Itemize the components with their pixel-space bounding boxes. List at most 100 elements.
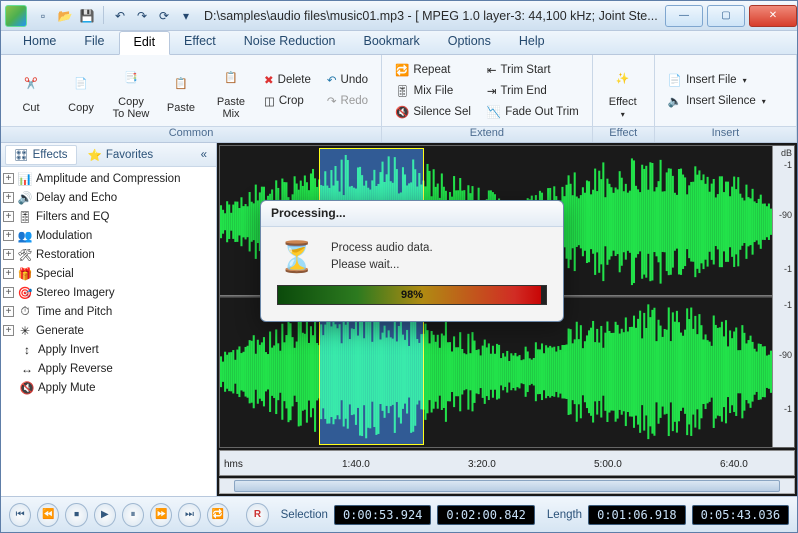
scrollbar-thumb[interactable]: [234, 480, 780, 492]
tab-effects[interactable]: 🎛Effects: [5, 145, 77, 165]
crop-button[interactable]: ◫Crop: [257, 91, 318, 112]
tree-item-time-and-pitch[interactable]: +⏱Time and Pitch: [1, 302, 216, 321]
tree-item-apply-invert[interactable]: ↕Apply Invert: [1, 340, 216, 359]
progress-bar: 98%: [277, 285, 547, 305]
category-icon: ↕: [19, 342, 35, 358]
expand-icon[interactable]: +: [3, 230, 14, 241]
insert-file-button[interactable]: 📄Insert File▾: [661, 70, 773, 91]
go-end-button[interactable]: ⏭: [178, 503, 200, 527]
paste-mix-button[interactable]: 📋Paste Mix: [207, 58, 255, 124]
length-a-value: 0:01:06.918: [588, 505, 685, 525]
close-button[interactable]: ✕: [749, 5, 797, 27]
effects-panel: 🎛Effects ⭐Favorites « +📊Amplitude and Co…: [1, 143, 217, 496]
expand-icon[interactable]: +: [3, 287, 14, 298]
tree-item-amplitude-and-compression[interactable]: +📊Amplitude and Compression: [1, 169, 216, 188]
expand-icon[interactable]: +: [3, 306, 14, 317]
qat-new-icon[interactable]: ▫: [33, 6, 53, 26]
expand-icon[interactable]: +: [3, 192, 14, 203]
mix-file-button[interactable]: 🎚Mix File: [388, 80, 478, 101]
horizontal-scrollbar[interactable]: [219, 478, 795, 494]
stop-button[interactable]: ⏹: [65, 503, 87, 527]
insert-silence-button[interactable]: 🔈Insert Silence▾: [661, 91, 773, 112]
menu-noise-reduction[interactable]: Noise Reduction: [230, 31, 350, 54]
tree-item-filters-and-eq[interactable]: +🎚Filters and EQ: [1, 207, 216, 226]
fade-out-trim-button[interactable]: 📉Fade Out Trim: [480, 101, 586, 122]
app-logo-icon: [5, 5, 27, 27]
silence-icon: 🔇: [395, 105, 409, 119]
qat-save-icon[interactable]: 💾: [77, 6, 97, 26]
loop-button[interactable]: 🔁: [207, 503, 229, 527]
paste-button[interactable]: 📋Paste: [157, 58, 205, 124]
tree-item-label: Restoration: [36, 249, 95, 261]
pause-button[interactable]: ⏸: [122, 503, 144, 527]
menu-file[interactable]: File: [70, 31, 118, 54]
scissors-icon: ✂️: [15, 68, 47, 100]
menu-help[interactable]: Help: [505, 31, 559, 54]
trim-start-button[interactable]: ⇤Trim Start: [480, 59, 586, 80]
category-icon: 🔊: [17, 190, 33, 206]
undo-button[interactable]: ↶Undo: [320, 70, 375, 91]
delete-icon: ✖: [264, 73, 274, 87]
selection-label: Selection: [281, 509, 328, 521]
minimize-button[interactable]: —: [665, 5, 703, 27]
qat-refresh-icon[interactable]: ⟳: [154, 6, 174, 26]
expand-icon[interactable]: +: [3, 173, 14, 184]
menu-effect[interactable]: Effect: [170, 31, 230, 54]
tree-item-modulation[interactable]: +👥Modulation: [1, 226, 216, 245]
expand-icon[interactable]: +: [3, 249, 14, 260]
dialog-line1: Process audio data.: [331, 240, 433, 257]
panel-collapse-button[interactable]: «: [196, 146, 212, 164]
expand-icon[interactable]: +: [3, 268, 14, 279]
go-start-button[interactable]: ⏮: [9, 503, 31, 527]
qat-redo-icon[interactable]: ↷: [132, 6, 152, 26]
qat-dropdown-icon[interactable]: ▾: [176, 6, 196, 26]
hourglass-icon: ⏳: [277, 237, 317, 277]
menu-edit[interactable]: Edit: [119, 31, 171, 55]
play-button[interactable]: ▶: [94, 503, 116, 527]
processing-dialog: Processing... ⏳ Process audio data. Plea…: [260, 200, 564, 322]
expand-icon[interactable]: +: [3, 211, 14, 222]
tab-favorites[interactable]: ⭐Favorites: [79, 145, 163, 165]
tree-item-stereo-imagery[interactable]: +🎯Stereo Imagery: [1, 283, 216, 302]
qat-undo-icon[interactable]: ↶: [110, 6, 130, 26]
tree-item-label: Amplitude and Compression: [36, 173, 180, 185]
tree-item-delay-and-echo[interactable]: +🔊Delay and Echo: [1, 188, 216, 207]
effect-button[interactable]: ✨Effect▾: [599, 58, 647, 124]
silence-sel-button[interactable]: 🔇Silence Sel: [388, 101, 478, 122]
cut-button[interactable]: ✂️Cut: [7, 58, 55, 124]
db-scale: dB -1 -90 -1 -1 -90 -1: [772, 146, 794, 447]
length-b-value: 0:05:43.036: [692, 505, 789, 525]
delete-button[interactable]: ✖Delete: [257, 70, 318, 91]
maximize-button[interactable]: ▢: [707, 5, 745, 27]
expand-icon[interactable]: +: [3, 325, 14, 336]
time-ruler[interactable]: hms 1:40.0 3:20.0 5:00.0 6:40.0: [219, 450, 795, 476]
rewind-button[interactable]: ⏪: [37, 503, 59, 527]
repeat-button[interactable]: 🔁Repeat: [388, 59, 478, 80]
transport-bar: ⏮ ⏪ ⏹ ▶ ⏸ ⏩ ⏭ 🔁 R Selection 0:00:53.924 …: [1, 496, 797, 532]
qat-open-icon[interactable]: 📂: [55, 6, 75, 26]
title-bar: ▫ 📂 💾 ↶ ↷ ⟳ ▾ D:\samples\audio files\mus…: [1, 1, 797, 31]
menu-home[interactable]: Home: [9, 31, 70, 54]
effects-tree[interactable]: +📊Amplitude and Compression+🔊Delay and E…: [1, 167, 216, 496]
tree-item-restoration[interactable]: +🛠Restoration: [1, 245, 216, 264]
insert-silence-icon: 🔈: [668, 94, 682, 108]
insert-file-icon: 📄: [668, 73, 682, 87]
window-title: D:\samples\audio files\music01.mp3 - [ M…: [196, 9, 661, 23]
star-icon: ⭐: [88, 148, 102, 162]
tree-item-label: Apply Mute: [38, 382, 96, 394]
trim-end-button[interactable]: ⇥Trim End: [480, 80, 586, 101]
tree-item-special[interactable]: +🎁Special: [1, 264, 216, 283]
copy-to-new-button[interactable]: 📑Copy To New: [107, 58, 155, 124]
menu-bookmark[interactable]: Bookmark: [350, 31, 434, 54]
copy-button[interactable]: 📄Copy: [57, 58, 105, 124]
tree-item-apply-reverse[interactable]: ↔Apply Reverse: [1, 359, 216, 378]
record-button[interactable]: R: [246, 503, 268, 527]
redo-button[interactable]: ↷Redo: [320, 91, 375, 112]
category-icon: ⏱: [17, 304, 33, 320]
menu-options[interactable]: Options: [434, 31, 505, 54]
tree-item-apply-mute[interactable]: 🔇Apply Mute: [1, 378, 216, 397]
ribbon-group-effect: Effect: [593, 126, 654, 142]
forward-button[interactable]: ⏩: [150, 503, 172, 527]
effect-wand-icon: ✨: [607, 62, 639, 94]
tree-item-generate[interactable]: +✳Generate: [1, 321, 216, 340]
